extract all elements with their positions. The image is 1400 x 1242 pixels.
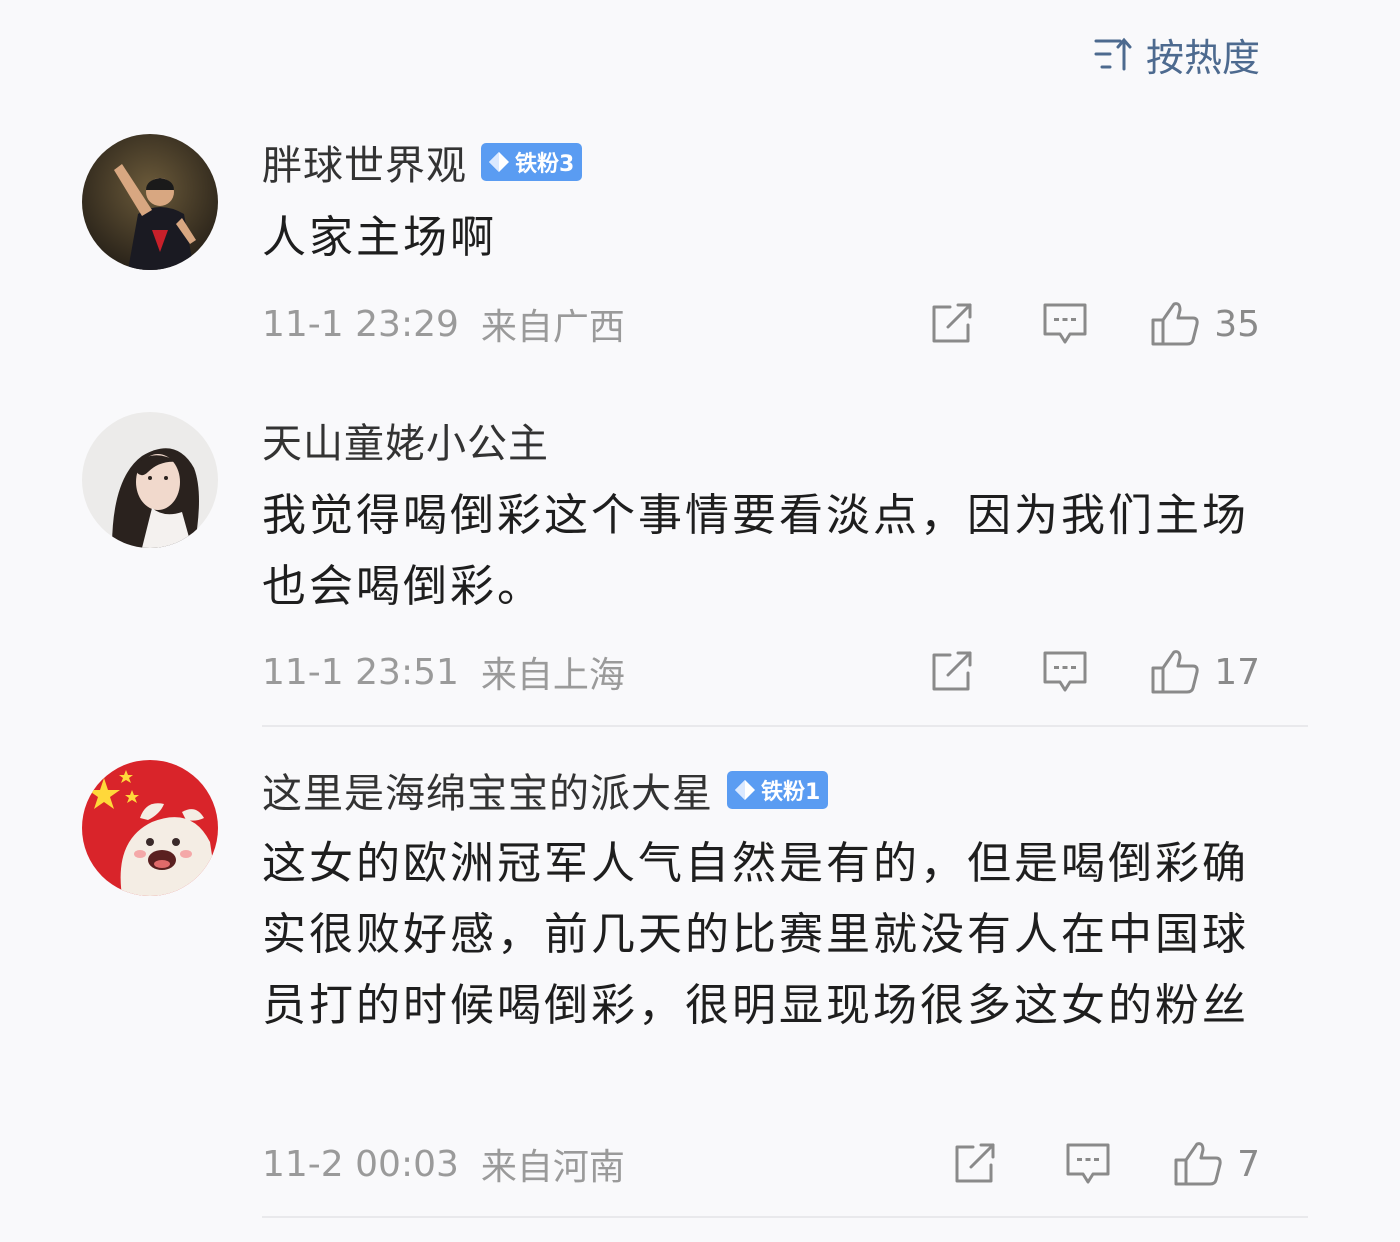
- thumbs-up-icon: [1150, 300, 1200, 348]
- like-button[interactable]: 35: [1150, 300, 1260, 348]
- reply-button[interactable]: [1042, 650, 1088, 694]
- fan-badge[interactable]: 铁粉3: [481, 143, 583, 181]
- avatar[interactable]: [82, 412, 218, 548]
- comment-meta: 11-2 00:03 来自河南: [262, 1134, 625, 1194]
- avatar[interactable]: [82, 134, 218, 270]
- like-count: 17: [1214, 651, 1260, 693]
- share-button[interactable]: [930, 651, 974, 693]
- share-icon: [953, 1143, 997, 1185]
- comment-location: 来自上海: [480, 655, 625, 696]
- sort-icon: [1094, 36, 1134, 72]
- share-icon: [930, 303, 974, 345]
- avatar[interactable]: [82, 760, 218, 896]
- comment-divider: [262, 1216, 1308, 1218]
- diamond-icon: [733, 778, 757, 802]
- like-count: 7: [1237, 1143, 1260, 1185]
- comment-location: 来自广西: [480, 307, 625, 348]
- thumbs-up-icon: [1150, 648, 1200, 696]
- share-icon: [930, 651, 974, 693]
- share-button[interactable]: [953, 1143, 997, 1185]
- badge-label: 铁粉3: [515, 152, 575, 177]
- comment-location: 来自河南: [480, 1147, 625, 1188]
- comment-text: 这女的欧洲冠军人气自然是有的，但是喝倒彩确实很败好感，前几天的比赛里就没有人在中…: [262, 838, 1249, 1031]
- like-button[interactable]: 17: [1150, 648, 1260, 696]
- sort-by-hot-button[interactable]: 按热度: [1094, 26, 1260, 82]
- fan-badge[interactable]: 铁粉1: [727, 771, 829, 809]
- sort-label: 按热度: [1145, 35, 1260, 80]
- thumbs-up-icon: [1173, 1140, 1223, 1188]
- comment-divider: [262, 725, 1308, 727]
- like-button[interactable]: 7: [1173, 1140, 1260, 1188]
- comment-text: 人家主场啊: [262, 212, 497, 263]
- comment-time: 11-1 23:51: [262, 651, 459, 693]
- name-row: 天山童姥小公主: [262, 412, 549, 468]
- share-button[interactable]: [930, 303, 974, 345]
- username[interactable]: 胖球世界观: [262, 133, 467, 191]
- comment-actions: 17: [930, 642, 1260, 702]
- reply-icon: [1042, 650, 1088, 694]
- comment-time: 11-1 23:29: [262, 303, 459, 345]
- badge-label: 铁粉1: [761, 780, 821, 805]
- comment-meta: 11-1 23:51 来自上海: [262, 642, 625, 702]
- username[interactable]: 这里是海绵宝宝的派大星: [262, 761, 713, 819]
- like-count: 35: [1214, 303, 1260, 345]
- name-row: 胖球世界观 铁粉3: [262, 133, 583, 191]
- reply-button[interactable]: [1065, 1142, 1111, 1186]
- username[interactable]: 天山童姥小公主: [262, 411, 549, 469]
- reply-icon: [1042, 302, 1088, 346]
- comment-actions: 7: [953, 1134, 1260, 1194]
- comment-time: 11-2 00:03: [262, 1143, 459, 1185]
- name-row: 这里是海绵宝宝的派大星 铁粉1: [262, 761, 829, 819]
- comment-meta: 11-1 23:29 来自广西: [262, 294, 625, 354]
- comment-text: 我觉得喝倒彩这个事情要看淡点，因为我们主场也会喝倒彩。: [262, 490, 1249, 612]
- reply-button[interactable]: [1042, 302, 1088, 346]
- reply-icon: [1065, 1142, 1111, 1186]
- diamond-icon: [487, 150, 511, 174]
- comment-actions: 35: [930, 294, 1260, 354]
